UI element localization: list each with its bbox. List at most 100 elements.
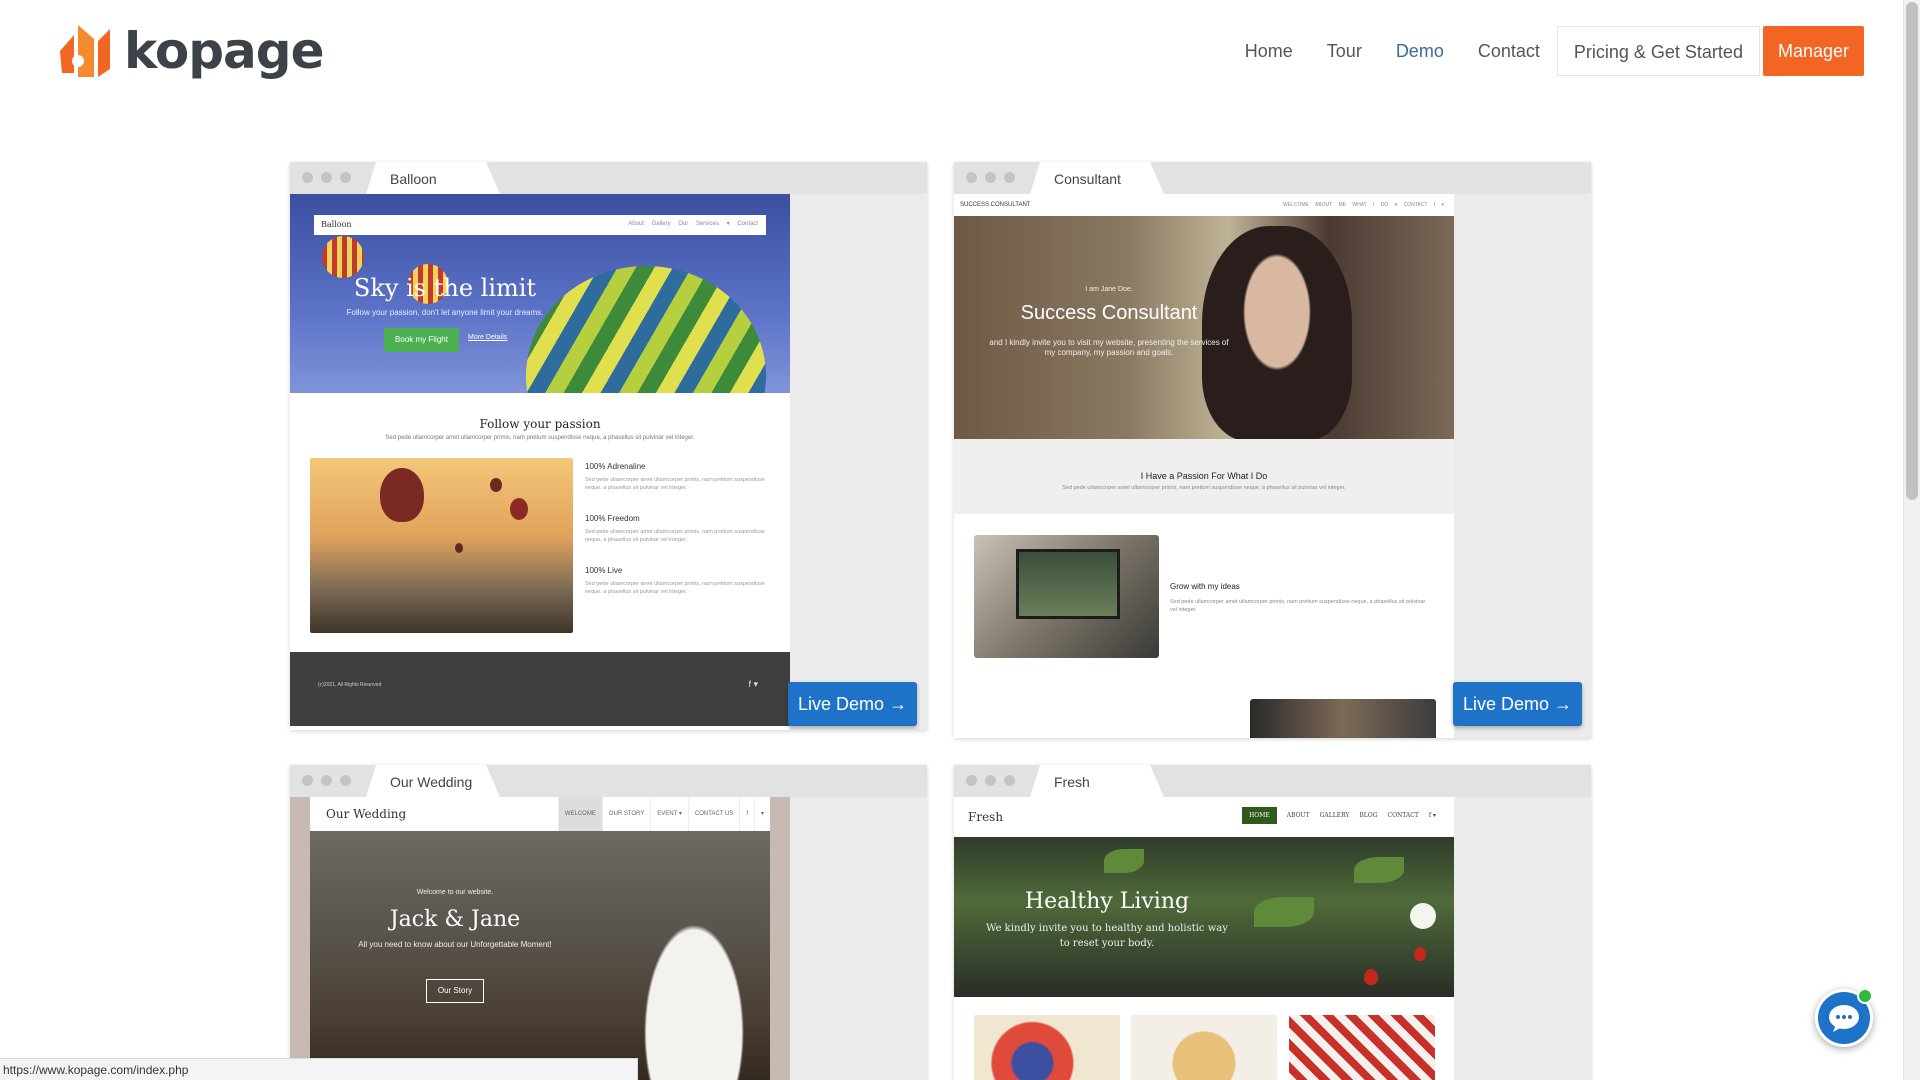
nav-contact[interactable]: Contact: [1461, 26, 1557, 76]
scrollbar-thumb[interactable]: [1906, 2, 1918, 500]
balloon-site-links: About Gallery Our Services ▾ Contact: [628, 221, 758, 227]
preview-wedding[interactable]: Our Wedding WELCOME OUR STORY EVENT ▾ CO…: [290, 797, 790, 1080]
logo[interactable]: kopage: [54, 18, 324, 88]
nav-pricing-button[interactable]: Pricing & Get Started: [1556, 26, 1760, 76]
balloon-cta-button: Book my Flight: [384, 328, 459, 352]
wedding-site-nav: Our Wedding WELCOME OUR STORY EVENT ▾ CO…: [310, 797, 770, 831]
feature-title: 100% Adrenaline: [585, 462, 646, 471]
fresh-link: CONTACT: [1387, 812, 1419, 819]
logo-text: kopage: [124, 22, 324, 80]
kopage-logo-icon: [60, 25, 110, 77]
browser-bar: Fresh: [954, 765, 1591, 797]
preview-fresh[interactable]: Fresh HOME ABOUT GALLERY BLOG CONTACT f …: [954, 797, 1454, 1080]
balloon-more-link: More Details: [468, 334, 508, 341]
nav-home[interactable]: Home: [1228, 26, 1310, 76]
balloon-footer: (c)2021, All Rights Reserved f ▾: [290, 652, 790, 726]
fresh-link-home: HOME: [1242, 807, 1277, 824]
fresh-site-nav: Fresh HOME ABOUT GALLERY BLOG CONTACT f …: [954, 797, 1454, 837]
main-nav: Home Tour Demo Contact Pricing & Get Sta…: [1228, 26, 1864, 76]
consultant-grow-text: Sed pede ullamcorper amet ullamcorper pr…: [1170, 599, 1426, 613]
small-balloon-image: [322, 236, 364, 278]
consultant-grow-title: Grow with my ideas: [1170, 582, 1240, 591]
consultant-site-nav: SUCCESS CONSULTANT WELCOME ABOUT ME WHAT…: [954, 194, 1454, 216]
twitter-icon: ▾: [753, 797, 770, 831]
page: kopage Home Tour Demo Contact Pricing & …: [0, 0, 1920, 1080]
consultant-hero-small: I am Jane Doe.: [1085, 286, 1133, 293]
window-dots: [966, 172, 1015, 183]
fresh-link: GALLERY: [1319, 812, 1350, 819]
demo-card-fresh: Fresh Fresh HOME ABOUT GALLERY BLOG CONT…: [954, 765, 1591, 1080]
online-status-dot: [1857, 988, 1873, 1004]
wedding-hero-title: Jack & Jane: [389, 907, 521, 932]
fresh-link: BLOG: [1359, 812, 1378, 819]
wedding-link: OUR STORY: [601, 797, 650, 831]
tab-consultant: Consultant: [1030, 162, 1164, 194]
desk-computer-image: [974, 535, 1159, 658]
consultant-hero: I am Jane Doe. Success Consultant and I …: [954, 216, 1454, 439]
consultant-site-brand: SUCCESS CONSULTANT: [960, 202, 1031, 208]
office-image: [1250, 699, 1436, 738]
preview-consultant[interactable]: SUCCESS CONSULTANT WELCOME ABOUT ME WHAT…: [954, 194, 1454, 738]
consultant-hero-title: Success Consultant: [1020, 302, 1198, 324]
consultant-hero-desc: and I kindly invite you to visit my webs…: [989, 338, 1229, 357]
balloon-landscape-image: [310, 458, 573, 633]
fresh-hero-subtitle: We kindly invite you to healthy and holi…: [986, 923, 1228, 949]
balloon-section-title: Follow your passion: [479, 417, 601, 431]
feature-text: Sed pede ullamcorper amet ullamcorper pr…: [585, 529, 765, 543]
wedding-story-button: Our Story: [426, 979, 484, 1003]
balloon-hero-subtitle: Follow your passion, don't let anyone li…: [346, 308, 544, 317]
consultant-site-links: WELCOME ABOUT ME WHAT I DO ▾ CONTACT f ▾: [1283, 202, 1444, 208]
social-icons: f ▾: [1428, 812, 1436, 819]
browser-bar: Our Wedding: [290, 765, 927, 797]
demo-card-wedding: Our Wedding Our Wedding WELCOME OUR STOR…: [290, 765, 927, 1080]
footer-copyright: (c)2021, All Rights Reserved: [318, 682, 382, 688]
wedding-hero-small: Welcome to our website.: [416, 889, 494, 896]
consultant-band-text: Sed pede ullamcorper amet ullamcorper pr…: [1062, 485, 1346, 491]
page-scrollbar[interactable]: [1903, 0, 1920, 1080]
social-icons: f ▾: [748, 679, 758, 689]
woman-portrait-image: [1202, 226, 1352, 439]
feature-title: 100% Live: [585, 566, 623, 575]
demo-card-balloon: Balloon Balloon About Gallery Our Servic…: [290, 162, 927, 730]
fresh-link: ABOUT: [1286, 812, 1310, 819]
demo-card-consultant: Consultant SUCCESS CONSULTANT WELCOME AB…: [954, 162, 1591, 738]
wedding-site-brand: Our Wedding: [326, 807, 407, 821]
browser-bar: Balloon: [290, 162, 927, 194]
balloon-section-text: Sed pede ullamcorper amet ullamcorper pr…: [385, 435, 695, 441]
fruit-tart-image: [974, 1015, 1120, 1080]
feature-text: Sed pede ullamcorper amet ullamcorper pr…: [585, 581, 765, 595]
balloon-site-nav: Balloon About Gallery Our Services ▾ Con…: [314, 215, 766, 235]
balloon-site-brand: Balloon: [321, 220, 352, 229]
status-url-bar: https://www.kopage.com/index.php: [0, 1058, 638, 1080]
wedding-site-links: WELCOME OUR STORY EVENT ▾ CONTACT US f ▾: [557, 797, 770, 831]
strawberry-plants-image: Healthy Living We kindly invite you to h…: [954, 837, 1454, 997]
wedding-link: WELCOME: [557, 797, 602, 831]
tab-our-wedding: Our Wedding: [366, 765, 500, 797]
window-dots: [302, 172, 351, 183]
facebook-icon: f: [739, 797, 754, 831]
wedding-link: EVENT ▾: [650, 797, 688, 831]
tab-fresh: Fresh: [1030, 765, 1164, 797]
live-demo-button-balloon[interactable]: Live Demo →: [788, 682, 917, 726]
live-demo-button-consultant[interactable]: Live Demo →: [1453, 682, 1582, 726]
nav-demo[interactable]: Demo: [1379, 26, 1461, 76]
wedding-link: CONTACT US: [687, 797, 739, 831]
tab-balloon: Balloon: [366, 162, 500, 194]
wedding-couple-image: Welcome to our website. Jack & Jane All …: [310, 831, 770, 1080]
wedding-hero-subtitle: All you need to know about our Unforgett…: [358, 940, 552, 949]
window-dots: [302, 775, 351, 786]
strawberries-image: [1289, 1015, 1435, 1080]
manager-button[interactable]: Manager: [1762, 26, 1864, 76]
consultant-passion-band: I Have a Passion For What I Do Sed pede …: [954, 439, 1454, 514]
pancakes-image: [1131, 1015, 1277, 1080]
feature-text: Sed pede ullamcorper amet ullamcorper pr…: [585, 477, 765, 491]
browser-bar: Consultant: [954, 162, 1591, 194]
window-dots: [966, 775, 1015, 786]
consultant-band-title: I Have a Passion For What I Do: [1140, 471, 1268, 481]
fresh-site-links: HOME ABOUT GALLERY BLOG CONTACT f ▾: [1242, 807, 1436, 824]
balloon-hero-title: Sky is the limit: [353, 274, 537, 302]
fresh-site-brand: Fresh: [968, 810, 1004, 824]
feature-title: 100% Freedom: [585, 514, 640, 523]
nav-tour[interactable]: Tour: [1310, 26, 1379, 76]
preview-balloon[interactable]: Balloon About Gallery Our Services ▾ Con…: [290, 194, 790, 730]
